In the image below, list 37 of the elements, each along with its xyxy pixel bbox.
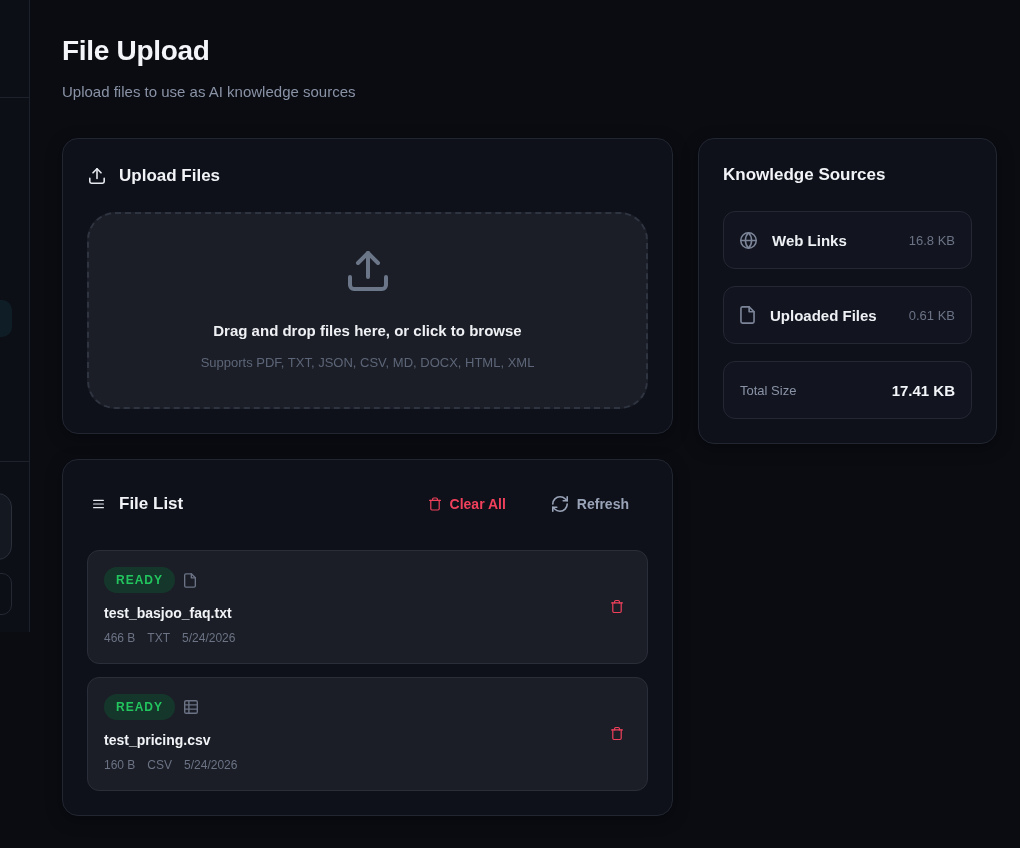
page-subtitle: Upload files to use as AI knowledge sources [62, 82, 357, 102]
file-date: 5/24/2026 [184, 757, 238, 773]
clear-all-button[interactable]: Clear All [416, 488, 518, 520]
card-title: Upload Files [119, 165, 221, 187]
file-name: test_pricing.csv [104, 731, 212, 750]
dropzone-prompt: Drag and drop files here, or click to browse [213, 321, 522, 341]
card-title: File List [119, 493, 184, 515]
file-type: CSV [147, 757, 173, 773]
source-size: 0.61 KB [908, 307, 955, 323]
menu-icon [93, 499, 104, 509]
refresh-button[interactable]: Refresh [539, 488, 641, 520]
file-date: 5/24/2026 [182, 630, 236, 646]
status-badge: READY [104, 567, 175, 593]
total-size-value: 17.41 KB [891, 381, 955, 399]
card-title: Knowledge Sources [723, 164, 887, 186]
file-dropzone[interactable]: Drag and drop files here, or click to browse Supports PDF, TXT, JSON, CSV, MD, DOCX, HTML, XML [87, 212, 648, 409]
status-badge: READY [104, 694, 175, 720]
trash-icon [611, 726, 623, 741]
source-label: Web Links [772, 231, 847, 249]
refresh-icon [551, 496, 568, 512]
file-icon [740, 306, 755, 324]
upload-icon [346, 251, 389, 291]
file-name: test_basjoo_faq.txt [104, 604, 233, 623]
page-title: File Upload [62, 34, 211, 68]
trash-icon [611, 599, 623, 614]
source-size: 16.8 KB [908, 232, 955, 248]
table-icon [184, 700, 198, 714]
source-label: Uploaded Files [770, 306, 877, 324]
upload-icon [89, 168, 105, 184]
dropzone-hint: Supports PDF, TXT, JSON, CSV, MD, DOCX, HTML, XML [200, 354, 535, 372]
trash-icon [428, 497, 441, 511]
file-size: 160 B [104, 757, 136, 773]
globe-icon [740, 231, 757, 249]
total-size-label: Total Size [740, 382, 797, 398]
file-icon [184, 572, 196, 588]
file-size: 466 B [104, 630, 136, 646]
file-type: TXT [147, 630, 171, 646]
